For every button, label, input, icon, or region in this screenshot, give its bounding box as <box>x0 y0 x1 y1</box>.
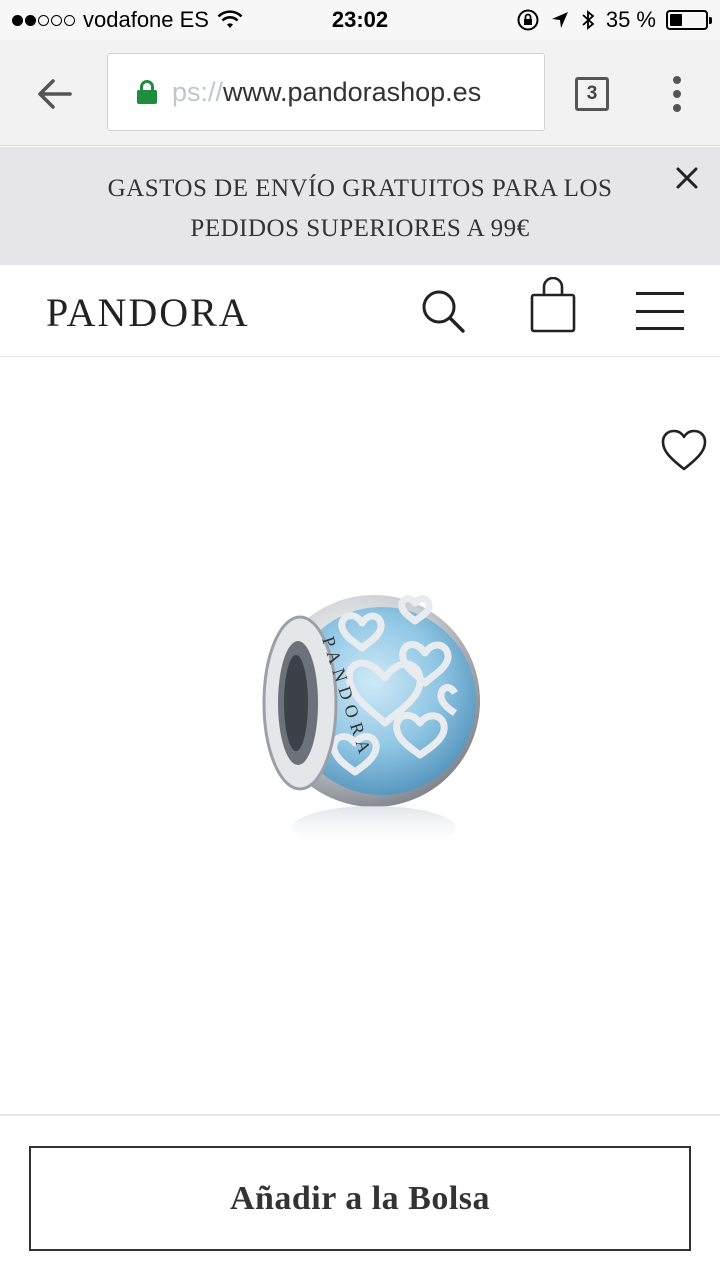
rotation-lock-icon <box>517 9 539 31</box>
signal-strength-icon <box>12 14 75 26</box>
url-host: www.pandorashop.es <box>223 76 482 107</box>
status-bar: vodafone ES 23:02 35 % <box>0 0 720 40</box>
back-button[interactable] <box>30 70 78 118</box>
promo-text: GASTOS DE ENVÍO GRATUITOS PARA LOS PEDID… <box>107 175 613 242</box>
address-bar[interactable]: ps://www.pandorashop.es <box>107 53 545 131</box>
back-arrow-icon <box>38 79 72 109</box>
search-icon[interactable] <box>420 288 466 334</box>
battery-icon <box>666 10 712 30</box>
wifi-icon <box>217 10 243 28</box>
status-left: vodafone ES <box>12 0 243 40</box>
hamburger-menu-icon[interactable] <box>636 292 684 330</box>
shopping-bag-icon[interactable] <box>528 277 578 335</box>
pandora-logo[interactable]: PANDORA <box>46 289 250 336</box>
status-right: 35 % <box>516 0 712 40</box>
add-to-bag-button[interactable]: Añadir a la Bolsa <box>29 1146 691 1251</box>
tab-count: 3 <box>586 83 598 104</box>
heart-icon[interactable] <box>660 428 708 472</box>
lock-icon <box>137 80 157 104</box>
location-arrow-icon <box>551 12 568 28</box>
close-icon <box>676 167 698 189</box>
battery-percent: 35 % <box>605 7 656 32</box>
promo-banner: GASTOS DE ENVÍO GRATUITOS PARA LOS PEDID… <box>0 147 720 265</box>
url-text: ps://www.pandorashop.es <box>172 77 481 108</box>
product-gallery: PANDORA <box>0 358 720 1114</box>
bluetooth-icon <box>582 10 595 30</box>
more-vert-icon[interactable] <box>664 74 690 114</box>
tabs-button[interactable]: 3 <box>575 77 609 111</box>
site-header: PANDORA <box>0 265 720 357</box>
carrier-name: vodafone ES <box>83 7 209 32</box>
url-scheme: ps:// <box>172 76 224 107</box>
browser-toolbar: ps://www.pandorashop.es 3 <box>0 40 720 146</box>
product-charm-image[interactable]: PANDORA <box>250 583 490 873</box>
promo-close-button[interactable] <box>670 161 704 195</box>
divider <box>0 1114 720 1116</box>
